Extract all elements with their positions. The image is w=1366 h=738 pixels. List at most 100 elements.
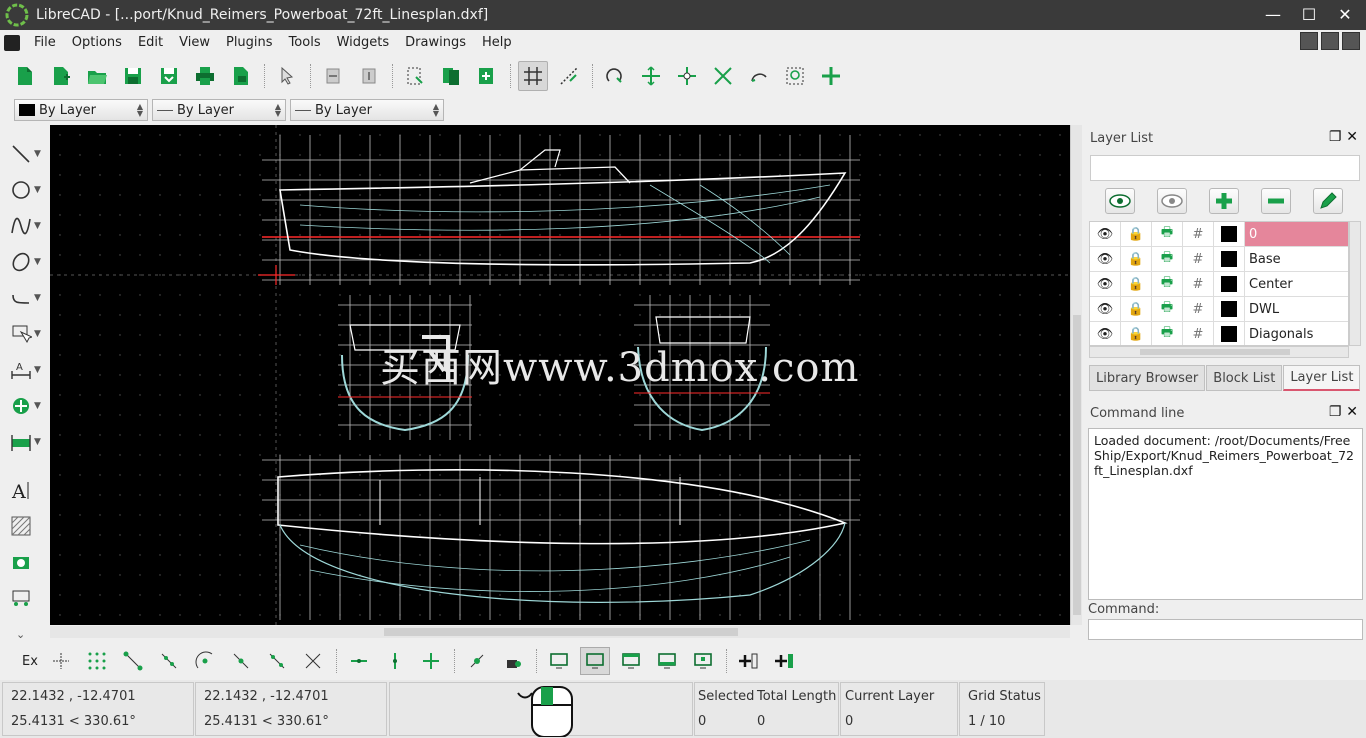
insert-block-button[interactable] [770,647,800,675]
layer-list-vertical-scrollbar[interactable] [1349,221,1361,346]
layer-color-swatch[interactable] [1214,247,1245,271]
restrict-vertical-button[interactable] [380,647,410,675]
construction-grid-icon[interactable]: # [1183,247,1214,271]
tab-layer-list[interactable]: Layer List [1283,365,1361,391]
image-tool-button[interactable] [10,549,44,575]
printer-icon[interactable]: 🖶 [1152,297,1183,321]
mdi-restore-icon[interactable] [1321,32,1339,50]
lock-icon[interactable]: 🔒 [1121,297,1152,321]
minimize-icon[interactable]: — [1262,4,1284,26]
add-block-button[interactable] [734,647,764,675]
layer-row[interactable]: 👁 🔒 🖶 # Base [1090,247,1348,272]
layer-name[interactable]: Diagonals [1245,322,1348,345]
scrollbar-thumb[interactable] [1140,349,1290,355]
mdi-minimize-icon[interactable] [1300,32,1318,50]
snap-middle-button[interactable] [226,647,256,675]
layer-filter-input[interactable] [1090,155,1360,181]
print-button[interactable] [190,61,220,91]
construction-grid-icon[interactable]: # [1183,222,1214,246]
layer-name[interactable]: DWL [1245,297,1348,321]
printer-icon[interactable]: 🖶 [1152,272,1183,296]
printer-icon[interactable]: 🖶 [1152,222,1183,246]
snap-intersection-button[interactable] [298,647,328,675]
restrict-orthogonal-button[interactable] [416,647,446,675]
layer-color-swatch[interactable] [1214,272,1245,296]
tab-block-list[interactable]: Block List [1206,365,1283,391]
menu-edit[interactable]: Edit [130,35,171,50]
redo-button[interactable] [354,61,384,91]
pen-linetype-select[interactable]: By Layer ▲ ▼ [290,99,444,121]
grid-toggle-button[interactable] [518,61,548,91]
layer-row[interactable]: 👁 🔒 🖶 # 0 [1090,222,1348,247]
redraw-button[interactable] [600,61,630,91]
zoom-pan-button[interactable] [816,61,846,91]
snap-free-button[interactable] [46,647,76,675]
lock-icon[interactable]: 🔒 [1121,272,1152,296]
pen-color-select[interactable]: By Layer ▲ ▼ [14,99,148,121]
menu-drawings[interactable]: Drawings [397,35,474,50]
zoom-window-button[interactable] [780,61,810,91]
lock-icon[interactable]: 🔒 [1121,247,1152,271]
save-as-button[interactable] [154,61,184,91]
copy-button[interactable] [436,61,466,91]
edit-layer-button[interactable] [1313,188,1343,214]
snap-endpoint-button[interactable] [118,647,148,675]
layer-color-swatch[interactable] [1214,322,1245,345]
view-mode-4-button[interactable] [652,647,682,675]
layer-row[interactable]: 👁 🔒 🖶 # Diagonals [1090,322,1348,345]
layer-name[interactable]: Base [1245,247,1348,271]
hide-all-layers-button[interactable] [1157,188,1187,214]
measure-tool-button[interactable]: ▼ [10,429,44,455]
construction-grid-icon[interactable]: # [1183,297,1214,321]
close-icon[interactable]: ✕ [1334,4,1356,26]
undo-button[interactable] [318,61,348,91]
scrollbar-thumb[interactable] [1073,315,1081,615]
circle-tool-button[interactable]: ▼ [10,177,44,203]
layer-name[interactable]: 0 [1245,222,1348,246]
dock-float-close-icon[interactable]: ❐ ✕ [1329,404,1358,420]
canvas-horizontal-scrollbar[interactable] [50,626,1070,638]
menu-tools[interactable]: Tools [281,35,329,50]
zoom-auto-button[interactable] [708,61,738,91]
eye-icon[interactable]: 👁 [1090,272,1121,296]
eye-icon[interactable]: 👁 [1090,297,1121,321]
dock-float-close-icon[interactable]: ❐ ✕ [1329,129,1358,145]
snap-grid-button[interactable] [82,647,112,675]
show-all-layers-button[interactable] [1105,188,1135,214]
view-mode-1-button[interactable] [544,647,574,675]
menu-view[interactable]: View [171,35,218,50]
exclusive-snap-label[interactable]: Ex [22,654,38,669]
add-layer-button[interactable] [1209,188,1239,214]
block-tool-button[interactable] [10,585,44,611]
more-tools-button[interactable]: ⌄ [10,621,44,647]
menu-plugins[interactable]: Plugins [218,35,281,50]
modify-tool-button[interactable]: ▼ [10,393,44,419]
tab-library-browser[interactable]: Library Browser [1089,365,1206,391]
ellipse-tool-button[interactable]: ▼ [10,249,44,275]
eye-icon[interactable]: 👁 [1090,222,1121,246]
menu-widgets[interactable]: Widgets [329,35,398,50]
view-mode-2-button[interactable] [579,647,610,675]
scrollbar-thumb[interactable] [384,628,738,636]
snap-on-entity-button[interactable] [154,647,184,675]
layer-row[interactable]: 👁 🔒 🖶 # Center [1090,272,1348,297]
select-tool-button[interactable]: ▼ [10,321,44,347]
printer-icon[interactable]: 🖶 [1152,322,1183,345]
restrict-horizontal-button[interactable] [344,647,374,675]
draft-mode-button[interactable] [554,61,584,91]
open-file-button[interactable] [82,61,112,91]
layer-color-swatch[interactable] [1214,297,1245,321]
snap-distance-button[interactable] [262,647,292,675]
set-relative-zero-button[interactable] [462,647,492,675]
dimension-tool-button[interactable]: A ▼ [10,357,44,383]
printer-icon[interactable]: 🖶 [1152,247,1183,271]
print-preview-button[interactable] [226,61,256,91]
menu-file[interactable]: File [26,35,64,50]
layer-color-swatch[interactable] [1214,222,1245,246]
line-tool-button[interactable]: ▼ [10,141,44,167]
paste-button[interactable] [472,61,502,91]
canvas-vertical-scrollbar[interactable] [1070,125,1082,625]
lock-icon[interactable]: 🔒 [1121,322,1152,345]
polyline-tool-button[interactable]: ▼ [10,285,44,311]
menu-help[interactable]: Help [474,35,520,50]
